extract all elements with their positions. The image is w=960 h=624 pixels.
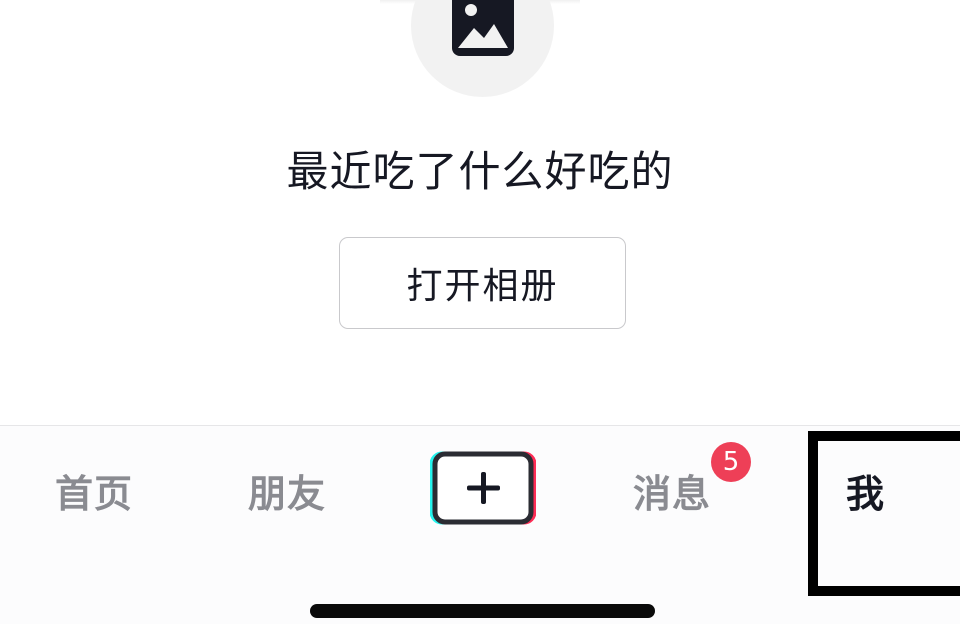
home-indicator xyxy=(310,604,655,618)
tab-me[interactable]: 我 xyxy=(846,463,885,518)
empty-state-title: 最近吃了什么好吃的 xyxy=(286,147,674,196)
app-screen: 最近吃了什么好吃的 打开相册 首页 朋友 消息 5 我 xyxy=(0,0,960,624)
message-count-badge: 5 xyxy=(711,442,751,482)
tab-friends[interactable]: 朋友 xyxy=(248,463,326,518)
tab-home[interactable]: 首页 xyxy=(55,463,133,518)
create-button[interactable] xyxy=(430,451,536,525)
image-icon xyxy=(452,0,514,56)
tab-messages[interactable]: 消息 xyxy=(633,463,711,518)
open-album-button[interactable]: 打开相册 xyxy=(339,237,626,329)
